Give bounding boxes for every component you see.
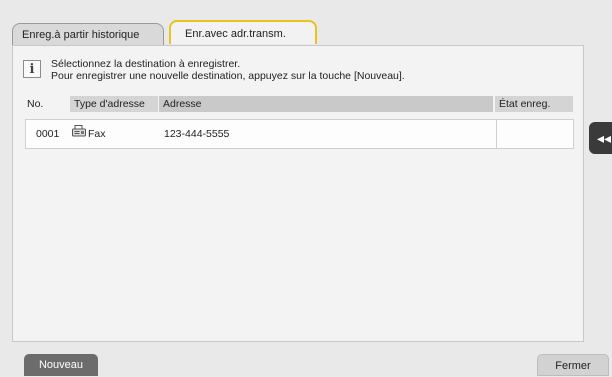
- info-icon: i: [23, 60, 41, 78]
- column-header-state: État enreg.: [495, 96, 573, 112]
- row-number: 0001: [36, 128, 60, 140]
- fax-icon: [72, 120, 86, 148]
- row-type: Fax: [72, 120, 106, 148]
- tab-register-from-history[interactable]: Enreg.à partir historique: [12, 23, 164, 45]
- double-arrow-left-icon: ◂◂: [597, 130, 612, 146]
- close-button[interactable]: Fermer: [537, 354, 609, 376]
- instruction-line-2: Pour enregistrer une nouvelle destinatio…: [51, 70, 405, 82]
- instruction-line-1: Sélectionnez la destination à enregistre…: [51, 58, 241, 70]
- column-header-no: No.: [27, 98, 44, 110]
- column-header-address: Adresse: [159, 96, 493, 112]
- tab-label: Enr.avec adr.transm.: [185, 28, 286, 40]
- side-panel-handle[interactable]: ◂◂: [589, 122, 612, 154]
- tab-label: Enreg.à partir historique: [22, 29, 140, 41]
- tab-register-with-transmission-address[interactable]: Enr.avec adr.transm.: [169, 20, 317, 44]
- row-state: [496, 120, 575, 148]
- new-button[interactable]: Nouveau: [24, 354, 98, 376]
- main-panel: i Sélectionnez la destination à enregist…: [12, 45, 584, 342]
- table-header: No. Type d'adresse Adresse État enreg.: [13, 96, 583, 112]
- row-type-label: Fax: [88, 128, 106, 140]
- row-address: 123-444-5555: [164, 128, 230, 140]
- column-header-type: Type d'adresse: [70, 96, 158, 112]
- instruction-message: Sélectionnez la destination à enregistre…: [51, 58, 405, 82]
- table-row[interactable]: 0001 Fax 123-444-5555: [25, 119, 574, 149]
